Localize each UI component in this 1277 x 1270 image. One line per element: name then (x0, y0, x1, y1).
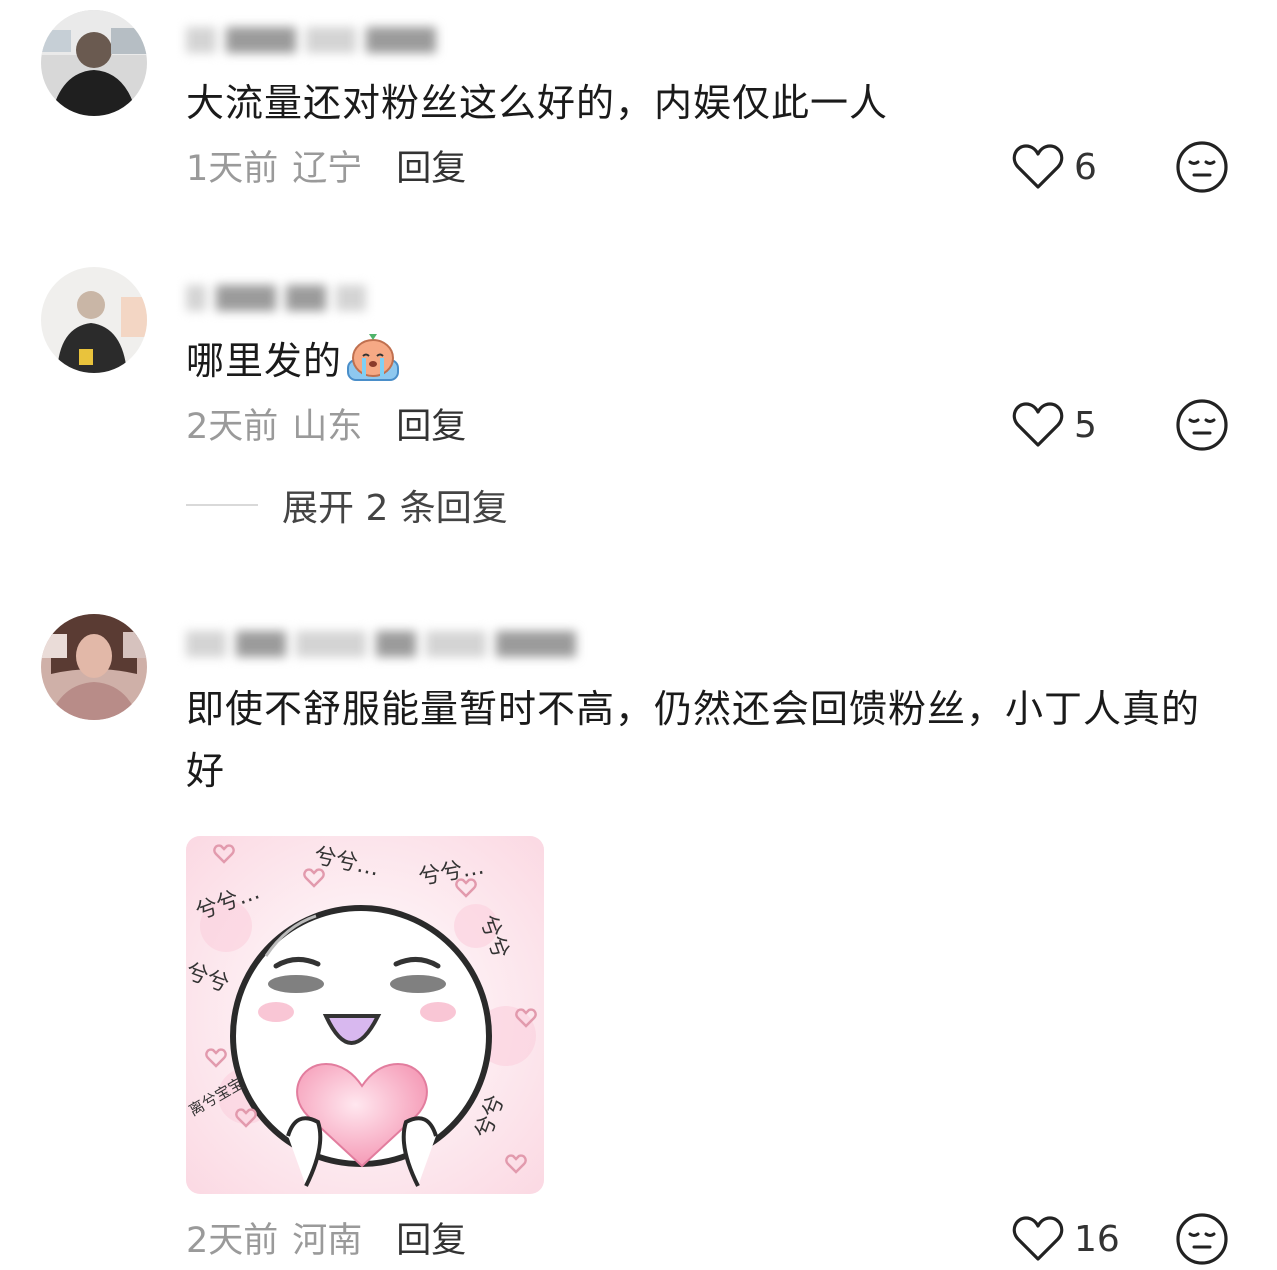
like-count: 5 (1074, 404, 1097, 446)
username-blurred[interactable] (186, 278, 546, 318)
comment-location: 辽宁 (292, 148, 363, 189)
like-button[interactable]: 5 (1012, 400, 1097, 450)
comment-text: 即使不舒服能量暂时不高，仍然还会回馈粉丝，小丁人真的好 (186, 687, 1201, 793)
crying-emoji-icon (347, 334, 400, 381)
comment-text: 大流量还对粉丝这么好的，内娱仅此一人 (186, 81, 889, 125)
avatar[interactable] (41, 614, 147, 720)
like-count: 6 (1074, 146, 1097, 188)
username-blurred[interactable] (186, 20, 546, 60)
expand-replies-label: 展开 2 条回复 (282, 488, 508, 529)
comment-meta: 2天前 山东 回复 (186, 398, 466, 448)
meh-face-icon (1176, 141, 1228, 193)
like-button[interactable]: 16 (1012, 1214, 1120, 1264)
comment-location: 河南 (292, 1220, 363, 1261)
meh-face-icon (1176, 399, 1228, 451)
comment-meta: 1天前 辽宁 回复 (186, 140, 466, 190)
comment-time: 1天前 (186, 148, 279, 189)
reply-button[interactable]: 回复 (396, 398, 466, 449)
heart-outline-icon (1012, 402, 1064, 447)
like-button[interactable]: 6 (1012, 142, 1097, 192)
comment-location: 山东 (292, 406, 363, 447)
comment-time: 2天前 (186, 406, 279, 447)
comment-meta: 2天前 河南 回复 (186, 1212, 466, 1262)
like-count: 16 (1074, 1218, 1120, 1260)
dislike-button[interactable] (1175, 1212, 1229, 1266)
comment-text-content: 哪里发的 (186, 339, 343, 383)
heart-outline-icon (1012, 144, 1064, 189)
reply-button[interactable]: 回复 (396, 140, 466, 191)
dislike-button[interactable] (1175, 140, 1229, 194)
reply-button[interactable]: 回复 (396, 1212, 466, 1263)
expand-replies-button[interactable]: 展开 2 条回复 (186, 480, 508, 530)
heart-outline-icon (1012, 1216, 1064, 1261)
divider (186, 504, 258, 506)
dislike-button[interactable] (1175, 398, 1229, 452)
meh-face-icon (1176, 1213, 1228, 1265)
comment-text: 哪里发的 (186, 330, 1236, 392)
sticker-image[interactable]: 兮兮… 兮兮… 兮兮… 兮兮 兮兮 兮兮 离兮宝宝 (186, 836, 544, 1194)
avatar[interactable] (41, 267, 147, 373)
avatar[interactable] (41, 10, 147, 116)
comment-time: 2天前 (186, 1220, 279, 1261)
username-blurred[interactable] (186, 624, 606, 664)
